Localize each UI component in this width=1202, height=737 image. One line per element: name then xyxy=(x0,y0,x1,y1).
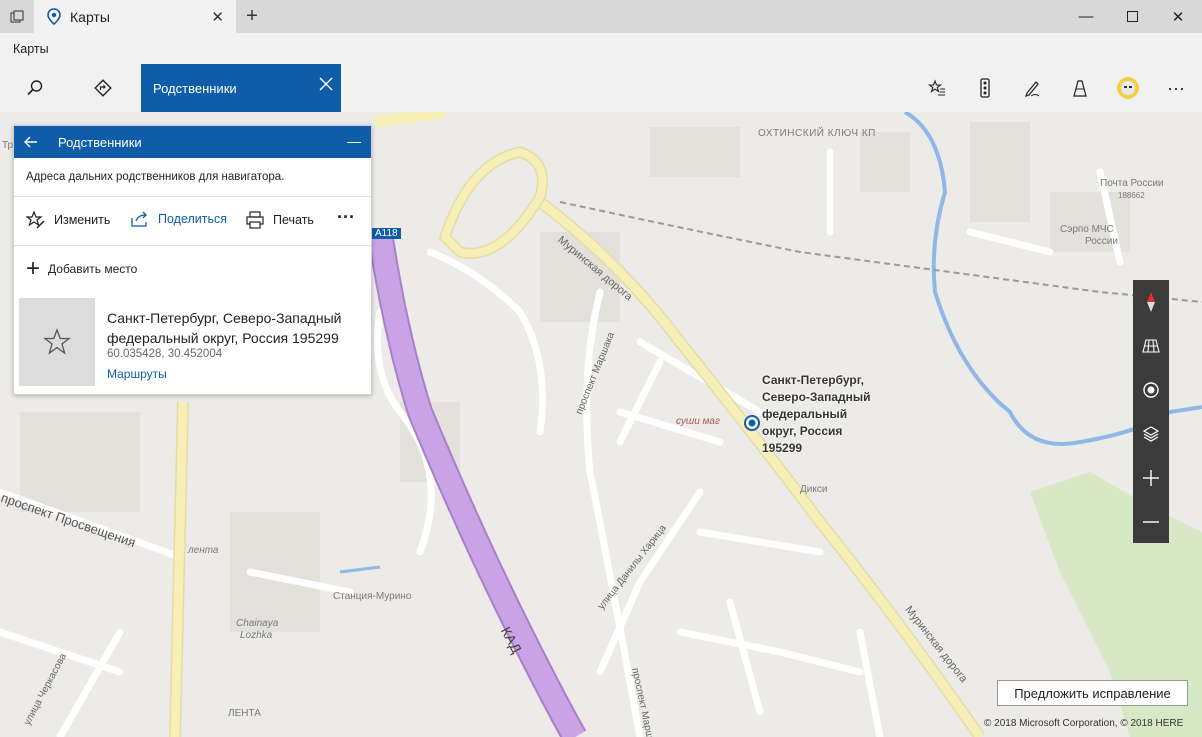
print-label: Печать xyxy=(273,213,314,227)
map-copyright: © 2018 Microsoft Corporation, © 2018 HER… xyxy=(984,718,1184,729)
map-label-murino-station: Станция-Мурино xyxy=(333,591,412,602)
share-label: Поделиться xyxy=(158,212,228,226)
location-target-icon xyxy=(1143,382,1159,398)
app-bar: Карты Родственники ··· xyxy=(0,33,1202,112)
directions-button[interactable] xyxy=(79,64,127,112)
back-arrow-icon xyxy=(24,136,37,148)
back-button[interactable] xyxy=(24,134,40,150)
zoom-out-button[interactable] xyxy=(1133,500,1169,544)
printer-icon xyxy=(246,211,264,229)
ink-button[interactable] xyxy=(1008,64,1056,112)
place-thumbnail xyxy=(19,298,95,386)
map-label-sushi: суши маг xyxy=(676,416,720,427)
map-label-lenta-2: ЛЕНТА xyxy=(228,708,261,719)
search-button[interactable] xyxy=(11,64,59,112)
map-label-mchs: Сэрпо МЧС xyxy=(1060,224,1114,235)
pen-icon xyxy=(1025,81,1040,97)
edit-star-icon xyxy=(26,210,45,229)
plus-icon: + xyxy=(26,255,41,282)
edit-button[interactable]: Изменить xyxy=(26,210,110,230)
compass-button[interactable] xyxy=(1133,280,1169,324)
directions-icon xyxy=(94,79,112,97)
plus-zoom-icon xyxy=(1143,470,1159,486)
maximize-icon xyxy=(1126,11,1138,22)
panel-header: Родственники — xyxy=(14,126,371,158)
map-label-lozhka: Lozhka xyxy=(240,630,273,641)
map-controls xyxy=(1133,280,1169,543)
panel-more-button[interactable]: ··· xyxy=(337,207,355,228)
share-icon xyxy=(131,211,147,227)
tabs-icon xyxy=(10,10,24,22)
map-label-tr: Тр xyxy=(2,140,14,151)
panel-title: Родственники xyxy=(58,134,142,150)
tab-actions-button[interactable] xyxy=(0,0,34,33)
place-coordinates: 60.035428, 30.452004 xyxy=(107,348,223,360)
star-icon xyxy=(43,328,71,355)
new-tab-button[interactable]: + xyxy=(240,0,264,33)
collection-panel: Родственники — Адреса дальних родственни… xyxy=(13,125,372,395)
suggest-correction-button[interactable]: Предложить исправление xyxy=(997,680,1188,706)
pin-label: Санкт-Петербург, Северо-Западный федерал… xyxy=(762,373,871,455)
routes-link[interactable]: Маршруты xyxy=(107,367,167,381)
tilt-grid-icon xyxy=(1142,339,1160,353)
map-label-post: Почта России xyxy=(1100,178,1164,189)
map-label-ohtinsky: ОХТИНСКИЙ КЛЮЧ КП xyxy=(758,128,876,139)
title-bar: Карты ✕ + — ✕ xyxy=(0,0,1202,33)
panel-actions: Изменить Поделиться Печать ··· xyxy=(14,197,371,246)
close-tab-icon[interactable]: ✕ xyxy=(211,8,224,26)
map-label-dixi: Дикси xyxy=(800,484,828,495)
compass-icon xyxy=(1147,292,1155,312)
edit-label: Изменить xyxy=(54,213,111,227)
tilt-button[interactable] xyxy=(1133,324,1169,368)
add-place-label: Добавить место xyxy=(48,262,138,276)
share-button[interactable]: Поделиться xyxy=(130,210,227,228)
map-label-chainaya: Chainaya xyxy=(236,618,279,629)
place-card[interactable]: Санкт-Петербург, Северо-Западный федерал… xyxy=(19,298,367,388)
3d-cities-button[interactable] xyxy=(1056,64,1104,112)
close-icon xyxy=(319,77,333,91)
print-button[interactable]: Печать xyxy=(245,210,314,230)
collection-description: Адреса дальних родственников для навигат… xyxy=(14,158,371,197)
map-layers-button[interactable] xyxy=(1133,412,1169,456)
minimize-button[interactable]: — xyxy=(1063,0,1109,33)
minus-zoom-icon xyxy=(1143,521,1159,523)
collection-tab-label: Родственники xyxy=(153,80,237,96)
app-title: Карты xyxy=(13,42,49,56)
landmark-icon xyxy=(1073,80,1087,97)
place-address: Санкт-Петербург, Северо-Западный федерал… xyxy=(107,310,342,346)
add-place-button[interactable]: + Добавить место xyxy=(14,246,371,292)
tab-title: Карты xyxy=(70,8,110,25)
traffic-button[interactable] xyxy=(961,64,1009,112)
map-label-post-code: 188662 xyxy=(1118,191,1145,200)
avatar xyxy=(1117,77,1139,99)
road-shield-a118: А118 xyxy=(372,228,401,239)
close-window-button[interactable]: ✕ xyxy=(1155,0,1201,33)
maps-pin-icon xyxy=(47,8,61,26)
browser-tab[interactable]: Карты ✕ xyxy=(34,0,236,33)
maximize-button[interactable] xyxy=(1109,0,1155,33)
minimize-panel-button[interactable]: — xyxy=(347,133,361,149)
favorites-button[interactable] xyxy=(913,64,961,112)
my-location-button[interactable] xyxy=(1133,368,1169,412)
layers-icon xyxy=(1142,426,1160,442)
map-label-mchs2: России xyxy=(1085,236,1118,247)
traffic-light-icon xyxy=(980,78,990,98)
search-icon xyxy=(27,80,43,96)
collection-tab[interactable]: Родственники xyxy=(141,64,341,112)
close-collection-icon[interactable] xyxy=(319,77,333,94)
map-label-lenta-1: лента xyxy=(188,545,219,556)
favorites-list-icon xyxy=(928,79,945,96)
more-button[interactable]: ··· xyxy=(1152,64,1200,112)
zoom-in-button[interactable] xyxy=(1133,456,1169,500)
account-button[interactable] xyxy=(1104,64,1152,112)
